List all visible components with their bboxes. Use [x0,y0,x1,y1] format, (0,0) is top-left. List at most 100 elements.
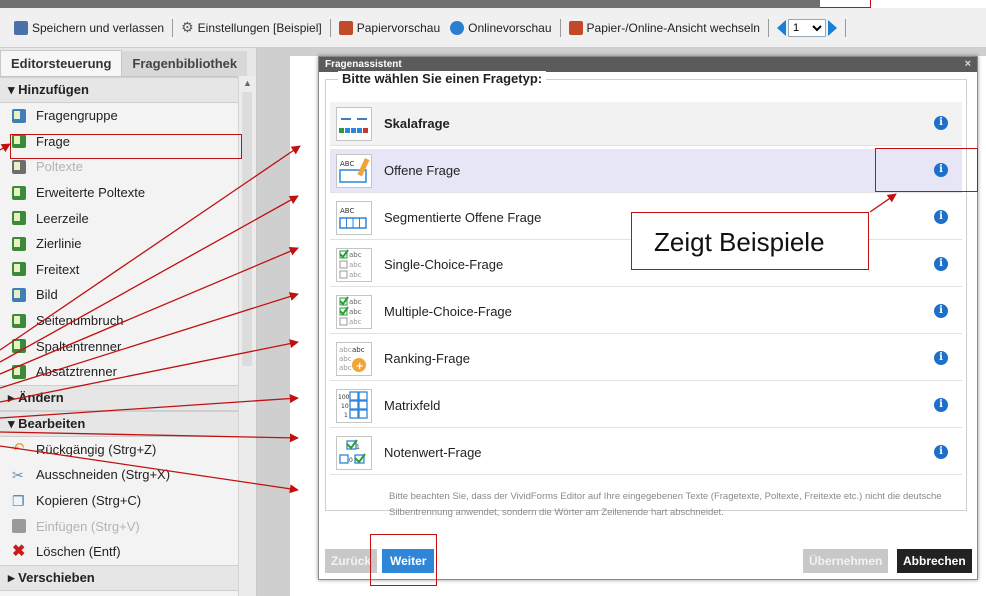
open-question-icon-graphic: ABC [339,157,370,183]
question-type-scale[interactable]: Skalafrage i [330,102,962,146]
sidebar-item-extended-poltexte[interactable]: Erweiterte Poltexte [0,180,256,206]
sidebar-item-image[interactable]: Bild [0,282,256,308]
toolbar-divider [844,18,846,37]
sidebar-tabs: Editorsteuerung Fragenbibliothek [0,48,256,77]
next-page-icon[interactable] [827,19,837,36]
collapse-icon: ▾ [8,415,19,431]
question-type-label: Notenwert-Frage [384,445,482,460]
dialog-title: Fragenassistent [325,59,402,70]
sidebar-item-cut[interactable]: ✂ Ausschneiden (Strg+X) [0,462,256,488]
image-icon [12,287,26,302]
pdf-switch-icon [568,20,583,35]
sidebar-scrollbar[interactable]: ▲ [238,76,256,596]
paragraph-separator-icon [12,364,26,379]
svg-text:+: + [356,361,364,372]
page-select[interactable]: 1 [787,18,826,37]
ranking-icon: abc abc abc abc + [336,341,372,376]
sidebar-item-page-break[interactable]: Seitenumbruch [0,308,256,334]
save-icon [14,20,28,35]
svg-text:abc: abc [349,298,362,306]
section-add-header[interactable]: ▾ Hinzufügen [0,77,256,103]
collapse-icon: ▾ [8,82,19,97]
toolbar: Speichern und verlassen ⚙ Einstellungen … [0,8,986,48]
question-type-multiple-choice[interactable]: abc abc abc Multiple-Choice-Frage i [330,290,962,334]
cancel-button[interactable]: Abbrechen [897,549,972,573]
sidebar-item-delete[interactable]: ✖ Löschen (Entf) [0,539,256,565]
sidebar-item-poltexte[interactable]: Poltexte [0,154,256,180]
back-button[interactable]: Zurück [325,549,378,573]
multiple-choice-icon-graphic: abc abc abc [339,295,362,326]
toolbar-divider [329,18,331,37]
info-icon[interactable]: i [934,445,948,459]
sidebar-item-decorative-line[interactable]: Zierlinie [0,231,256,257]
question-type-prompt: Bitte wählen Sie einen Fragetyp: [338,71,547,86]
section-move-title: Verschieben [18,569,95,585]
question-type-open[interactable]: ABC Offene Frage i [330,149,962,193]
copy-icon: ❐ [12,492,25,509]
sidebar-item-undo[interactable]: ↶ Rückgängig (Strg+Z) [0,437,256,463]
sidebar-item-label: Leerzeile [36,210,89,226]
section-move-header[interactable]: ▸ Verschieben [0,564,256,591]
svg-text:100: 100 [338,394,350,401]
svg-text:abc: abc [349,318,362,326]
ranking-icon-graphic: abc abc abc abc + [339,346,366,372]
info-icon[interactable]: i [934,210,948,224]
previous-page-icon[interactable] [776,19,786,36]
segmented-open-question-icon-graphic: ABC [339,207,367,229]
scroll-thumb[interactable] [242,92,252,366]
sidebar-item-question-group[interactable]: Fragengruppe [0,103,256,129]
annotation-frame-line-vertical [870,0,871,8]
info-icon[interactable]: i [934,163,948,177]
info-icon[interactable]: i [934,304,948,318]
sidebar-item-label: Einfügen (Strg+V) [36,518,140,534]
sidebar-item-copy[interactable]: ❐ Kopieren (Strg+C) [0,488,256,514]
svg-text:1: 1 [344,412,348,419]
column-separator-icon [12,339,26,354]
matrix-icon: 100 10 1 [336,388,372,423]
online-preview-button[interactable]: Onlinevorschau [450,20,552,35]
sidebar-item-paragraph-separator[interactable]: Absatztrenner [0,359,256,385]
info-icon[interactable]: i [934,398,948,412]
sidebar-item-paste[interactable]: Einfügen (Strg+V) [0,513,256,539]
question-type-grade-value[interactable]: 1 0 Notenwert-Frage i [330,431,962,475]
save-and-exit-label: Speichern und verlassen [32,20,165,35]
settings-label: Einstellungen [Beispiel] [197,20,322,35]
decorative-line-icon [12,236,26,251]
delete-icon: ✖ [12,542,26,560]
section-edit-header[interactable]: ▾ Bearbeiten [0,410,256,437]
settings-button[interactable]: ⚙ Einstellungen [Beispiel] [181,19,322,36]
tab-editor-control[interactable]: Editorsteuerung [0,50,123,76]
paper-preview-button[interactable]: Papiervorschau [338,20,440,35]
sidebar-item-label: Kopieren (Strg+C) [36,493,142,509]
question-type-label: Multiple-Choice-Frage [384,304,512,319]
sidebar-item-label: Rückgängig (Strg+Z) [36,441,157,457]
switch-view-button[interactable]: Papier-/Online-Ansicht wechseln [568,20,760,35]
scale-question-icon-graphic [339,117,368,133]
sidebar-item-free-text[interactable]: Freitext [0,257,256,283]
save-and-exit-button[interactable]: Speichern und verlassen [14,20,165,35]
hyphenation-note: Bitte beachten Sie, dass der VividForms … [389,491,942,518]
sidebar-item-column-separator[interactable]: Spaltentrenner [0,333,256,359]
tab-question-library[interactable]: Fragenbibliothek [122,51,248,76]
section-change-header[interactable]: ▸ Ändern [0,384,256,411]
apply-button[interactable]: Übernehmen [803,549,889,573]
info-icon[interactable]: i [934,257,948,271]
close-icon[interactable]: × [965,57,971,72]
section-edit-title: Bearbeiten [18,415,86,431]
sidebar-item-question[interactable]: Frage [0,129,256,155]
next-button[interactable]: Weiter [382,549,435,573]
question-type-ranking[interactable]: abc abc abc abc + Ranking-Frage i [330,337,962,381]
question-type-matrix[interactable]: 100 10 1 Matrixfeld i [330,384,962,428]
scroll-up-icon[interactable]: ▲ [239,76,256,90]
pdf-icon [338,20,353,35]
svg-text:ABC: ABC [340,207,354,215]
svg-text:abc: abc [339,346,352,354]
info-icon[interactable]: i [934,351,948,365]
toolbar-divider [559,18,561,37]
info-icon[interactable]: i [934,116,948,130]
empty-line-icon [12,211,26,226]
sidebar-item-label: Bild [36,287,58,303]
svg-text:1: 1 [356,444,360,451]
sidebar-item-empty-line[interactable]: Leerzeile [0,205,256,231]
sidebar-item-label: Spaltentrenner [36,338,122,354]
